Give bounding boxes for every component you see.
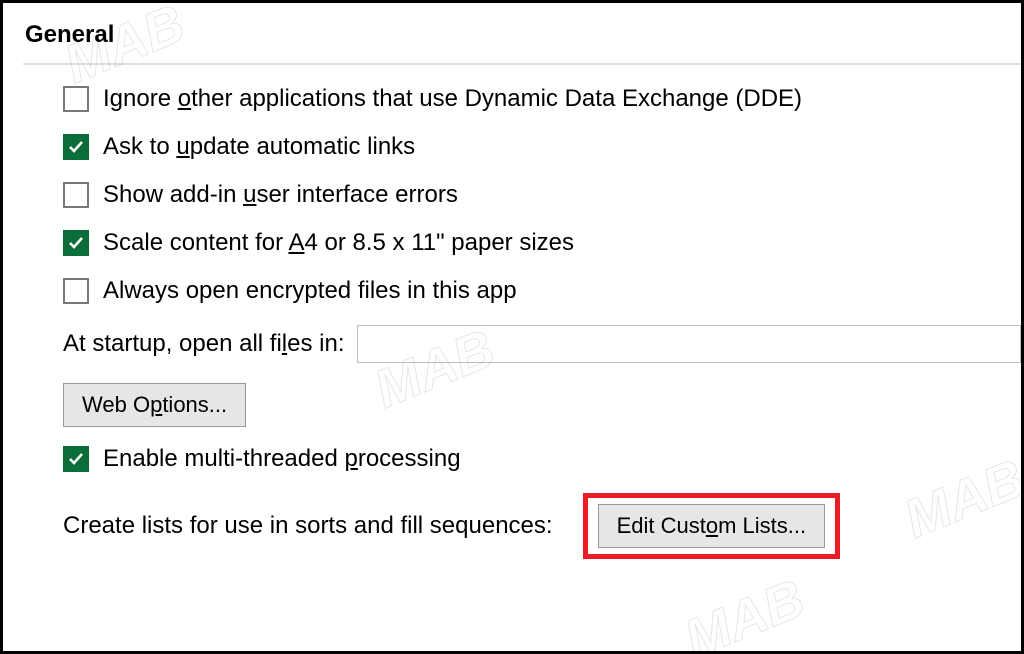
startup-open-files-row: At startup, open all files in: <box>63 325 1021 363</box>
label-ask-update: Ask to update automatic links <box>103 133 415 161</box>
watermark: MAB <box>676 567 813 654</box>
checkmark-icon <box>68 139 84 155</box>
option-ignore-dde: Ignore other applications that use Dynam… <box>63 85 1021 113</box>
checkbox-scale-a4[interactable] <box>63 230 89 256</box>
web-options-row: Web Options... <box>63 383 1021 427</box>
option-enable-multithreaded: Enable multi-threaded processing <box>63 445 1021 473</box>
section-divider <box>23 63 1021 65</box>
option-show-addin-errors: Show add-in user interface errors <box>63 181 1021 209</box>
option-scale-a4: Scale content for A4 or 8.5 x 11" paper … <box>63 229 1021 257</box>
checkbox-show-addin-errors[interactable] <box>63 182 89 208</box>
label-enable-multithreaded: Enable multi-threaded processing <box>103 445 461 473</box>
general-options-group: Ignore other applications that use Dynam… <box>23 85 1021 559</box>
label-scale-a4: Scale content for A4 or 8.5 x 11" paper … <box>103 229 574 257</box>
custom-lists-row: Create lists for use in sorts and fill s… <box>63 493 1021 559</box>
checkmark-icon <box>68 451 84 467</box>
web-options-button[interactable]: Web Options... <box>63 383 246 427</box>
section-title-general: General <box>23 21 1021 49</box>
startup-folder-input[interactable] <box>357 325 1021 363</box>
highlight-edit-custom-lists: Edit Custom Lists... <box>583 493 841 559</box>
option-ask-update: Ask to update automatic links <box>63 133 1021 161</box>
checkbox-always-open-encrypted[interactable] <box>63 278 89 304</box>
edit-custom-lists-button[interactable]: Edit Custom Lists... <box>598 504 826 548</box>
checkbox-ask-update[interactable] <box>63 134 89 160</box>
label-ignore-dde: Ignore other applications that use Dynam… <box>103 85 802 113</box>
label-always-open-encrypted: Always open encrypted files in this app <box>103 277 517 305</box>
checkmark-icon <box>68 235 84 251</box>
option-always-open-encrypted: Always open encrypted files in this app <box>63 277 1021 305</box>
checkbox-enable-multithreaded[interactable] <box>63 446 89 472</box>
checkbox-ignore-dde[interactable] <box>63 86 89 112</box>
startup-label: At startup, open all files in: <box>63 330 345 358</box>
label-show-addin-errors: Show add-in user interface errors <box>103 181 458 209</box>
options-panel: General Ignore other applications that u… <box>0 0 1024 654</box>
custom-lists-label: Create lists for use in sorts and fill s… <box>63 512 553 540</box>
